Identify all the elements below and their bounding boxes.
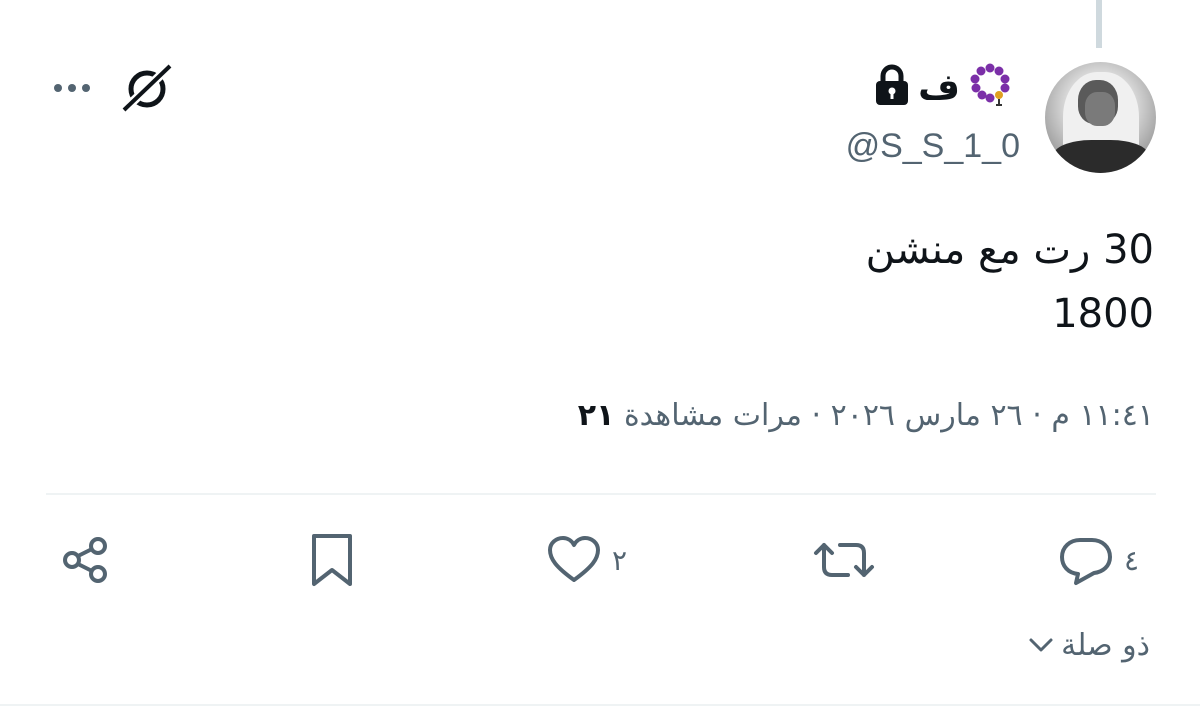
tweet-text: 30 رت مع منشن 1800 [454,218,1154,346]
views-label: مرات مشاهدة [623,398,802,433]
grok-icon[interactable] [120,62,174,114]
tweet-time[interactable]: ١١:٤١ م [1051,398,1154,433]
chevron-down-icon [1027,628,1055,663]
like-count: ٢ [612,543,628,577]
divider [46,493,1156,495]
views-count[interactable]: ٢١ [578,398,615,433]
share-icon [60,534,112,586]
reply-icon [1058,534,1114,586]
tweet-date[interactable]: ٢٦ مارس ٢٠٢٦ [831,398,1023,433]
thread-connector-line [1096,0,1102,48]
display-name[interactable]: ف [918,67,960,108]
meta-separator: · [1032,398,1042,433]
retweet-button[interactable] [812,530,886,590]
more-icon[interactable] [52,78,92,98]
author-name-row[interactable]: ف [874,62,1012,112]
tweet-text-line: 30 رت مع منشن [865,227,1154,273]
tweet-meta: ١١:٤١ م · ٢٦ مارس ٢٠٢٦ · مرات مشاهدة ٢١ [578,398,1154,433]
reply-button[interactable]: ٤ [1058,530,1139,590]
retweet-icon [812,535,876,585]
related-toggle[interactable]: ذو صلة [1027,628,1150,663]
reply-count: ٤ [1124,543,1140,577]
bookmark-icon [308,530,356,590]
lock-icon [874,64,910,110]
bookmark-button[interactable] [308,530,356,590]
tweet-text-line: 1800 [1052,291,1154,337]
divider [0,704,1200,706]
like-button[interactable]: ٢ [546,530,627,590]
share-button[interactable] [60,530,112,590]
heart-icon [546,535,602,585]
meta-separator: · [811,398,822,433]
prayer-beads-icon [968,62,1012,112]
related-label: ذو صلة [1061,628,1150,663]
user-handle[interactable]: @S_S_1_0 [846,127,1020,166]
avatar[interactable] [1045,62,1156,173]
